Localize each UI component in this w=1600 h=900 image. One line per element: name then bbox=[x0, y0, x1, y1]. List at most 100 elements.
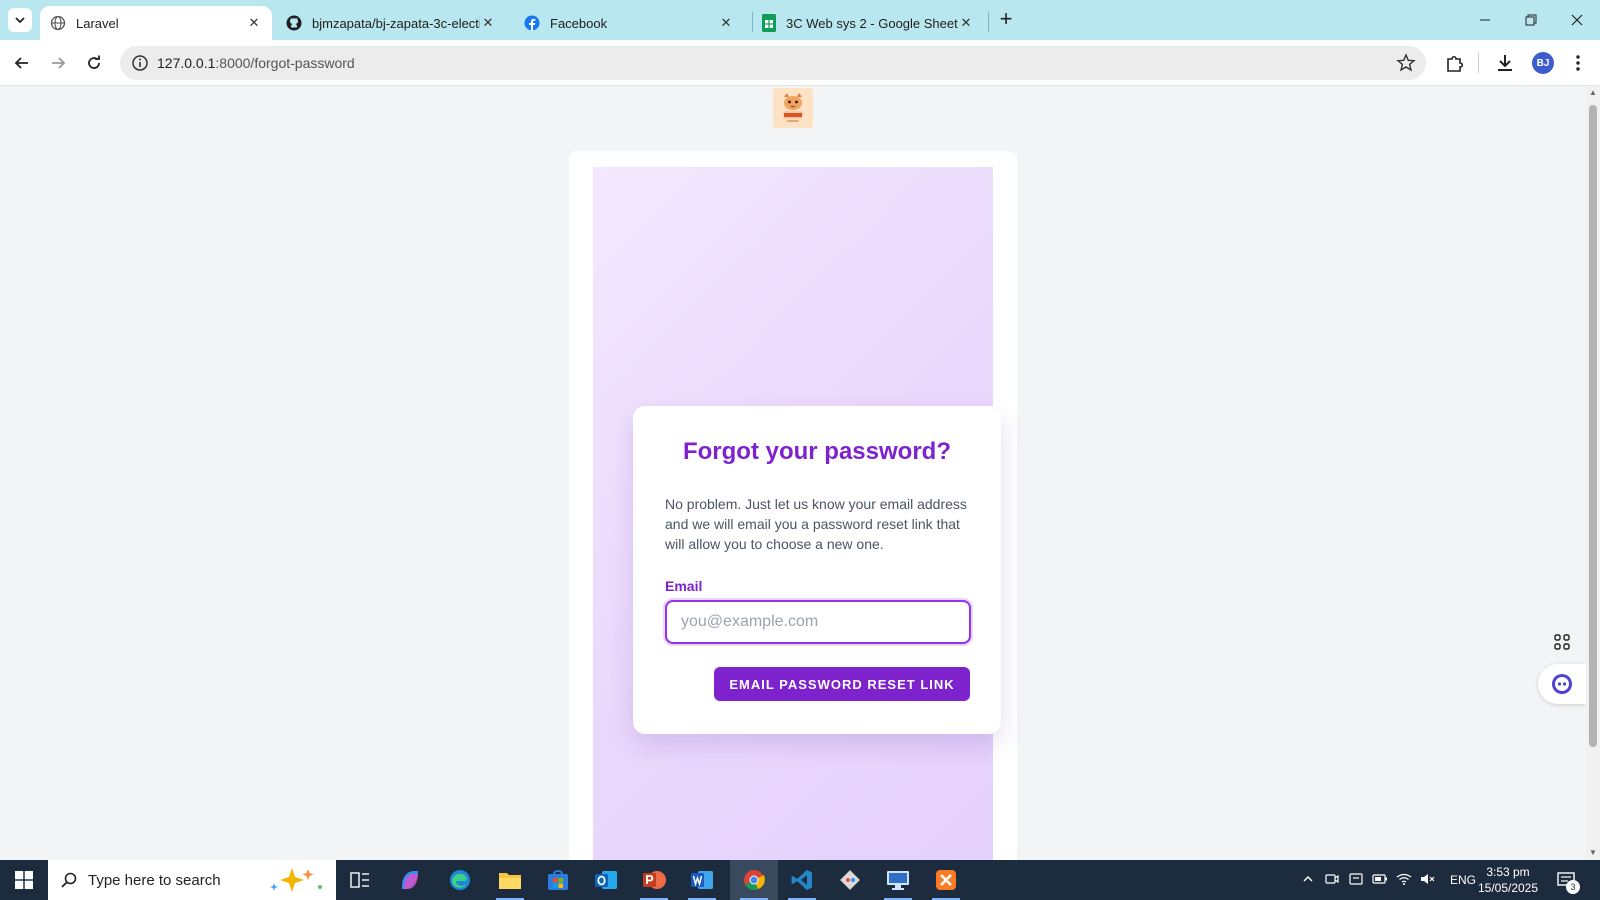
wifi-icon[interactable] bbox=[1392, 873, 1416, 888]
monitor-icon bbox=[887, 871, 909, 890]
address-bar[interactable]: 127.0.0.1:8000/forgot-password bbox=[120, 46, 1426, 80]
outlook-icon bbox=[595, 871, 617, 889]
folder-icon bbox=[499, 873, 521, 889]
email-password-reset-link-button[interactable]: EMAIL PASSWORD RESET LINK bbox=[714, 667, 970, 701]
email-field[interactable] bbox=[665, 600, 971, 644]
close-icon[interactable]: ✕ bbox=[718, 15, 734, 31]
taskbar-edge[interactable] bbox=[436, 860, 484, 900]
restore-button[interactable] bbox=[1516, 8, 1546, 32]
taskbar-git-app[interactable] bbox=[826, 860, 874, 900]
chrome-icon bbox=[744, 870, 765, 890]
tab-title: 3C Web sys 2 - Google Sheets bbox=[786, 15, 958, 31]
taskbar-search-box[interactable]: Type here to search bbox=[48, 860, 336, 900]
assistant-bot-icon bbox=[1552, 674, 1572, 694]
url-path: :8000/forgot-password bbox=[215, 55, 355, 71]
notification-count-badge: 3 bbox=[1566, 880, 1580, 894]
scroll-up-arrow-icon[interactable]: ▲ bbox=[1589, 89, 1597, 97]
word-icon bbox=[691, 871, 713, 889]
browser-tab-strip: Laravel ✕ bjmzapata/bj-zapata-3c-electiv… bbox=[0, 0, 1600, 40]
close-icon[interactable]: ✕ bbox=[958, 15, 974, 31]
url-host: 127.0.0.1 bbox=[157, 55, 216, 71]
store-icon bbox=[548, 870, 568, 890]
copilot-icon bbox=[402, 871, 418, 889]
arrow-right-icon bbox=[52, 57, 66, 69]
system-tray: ENG bbox=[1296, 860, 1476, 900]
page-title: Forgot your password? bbox=[682, 438, 951, 465]
close-icon bbox=[1571, 14, 1583, 26]
meet-now-icon[interactable] bbox=[1320, 872, 1344, 889]
search-icon bbox=[61, 872, 77, 888]
restore-icon bbox=[1525, 14, 1537, 26]
taskbar-powerpoint[interactable] bbox=[630, 860, 678, 900]
taskbar-search-placeholder: Type here to search bbox=[88, 871, 221, 889]
battery-icon[interactable] bbox=[1368, 873, 1392, 888]
site-info-icon[interactable] bbox=[130, 53, 150, 73]
grid-icon bbox=[1554, 634, 1570, 650]
app-logo[interactable] bbox=[773, 88, 813, 128]
minimize-button[interactable] bbox=[1470, 8, 1500, 32]
taskbar-remote-desktop[interactable] bbox=[874, 860, 922, 900]
arrow-left-icon bbox=[14, 57, 28, 69]
taskbar-clock[interactable]: 3:53 pm 15/05/2025 bbox=[1476, 864, 1540, 896]
tab-title: Laravel bbox=[76, 15, 119, 31]
url-text: 127.0.0.1:8000/forgot-password bbox=[157, 55, 355, 71]
tab-laravel[interactable]: Laravel ✕ bbox=[40, 6, 272, 40]
extensions-button[interactable] bbox=[1443, 51, 1467, 75]
tab-github[interactable]: bjmzapata/bj-zapata-3c-electiv ✕ bbox=[276, 6, 506, 40]
taskbar-xampp[interactable] bbox=[922, 860, 970, 900]
downloads-button[interactable] bbox=[1493, 51, 1517, 75]
close-window-button[interactable] bbox=[1562, 8, 1592, 32]
scrollbar-thumb[interactable] bbox=[1589, 105, 1597, 747]
side-panel-grid-button[interactable] bbox=[1542, 622, 1582, 662]
browser-menu-button[interactable] bbox=[1566, 51, 1590, 75]
edge-icon bbox=[450, 870, 470, 890]
taskbar-file-explorer[interactable] bbox=[486, 860, 534, 900]
close-icon[interactable]: ✕ bbox=[246, 15, 262, 31]
email-label: Email bbox=[665, 578, 703, 594]
network-adapter-icon[interactable] bbox=[1344, 872, 1368, 889]
google-sheets-icon bbox=[762, 14, 776, 32]
chevron-up-icon[interactable] bbox=[1296, 873, 1320, 887]
reload-icon bbox=[88, 55, 100, 69]
taskbar-copilot[interactable] bbox=[386, 860, 434, 900]
vscode-icon bbox=[791, 870, 812, 890]
chevron-down-icon bbox=[15, 17, 25, 24]
toolbar-divider bbox=[1478, 53, 1479, 73]
xampp-icon bbox=[936, 870, 956, 890]
globe-icon bbox=[50, 15, 66, 31]
page-scrollbar[interactable]: ▲ ▼ bbox=[1586, 87, 1600, 860]
tab-search-button[interactable] bbox=[8, 8, 32, 32]
reload-button[interactable] bbox=[82, 51, 106, 75]
taskbar-vscode[interactable] bbox=[778, 860, 826, 900]
tab-google-sheets[interactable]: 3C Web sys 2 - Google Sheets ✕ bbox=[752, 6, 984, 40]
taskbar-outlook[interactable] bbox=[582, 860, 630, 900]
git-diamond-icon bbox=[840, 870, 860, 890]
new-tab-button[interactable]: + bbox=[996, 8, 1016, 30]
page-viewport: Forgot your password? No problem. Just l… bbox=[0, 87, 1586, 860]
forward-button[interactable] bbox=[46, 51, 70, 75]
facebook-icon bbox=[524, 15, 540, 31]
profile-avatar[interactable]: BJ bbox=[1532, 52, 1554, 74]
volume-muted-icon[interactable] bbox=[1416, 873, 1440, 888]
scroll-down-arrow-icon[interactable]: ▼ bbox=[1589, 849, 1597, 857]
more-vertical-icon bbox=[1576, 55, 1580, 71]
back-button[interactable] bbox=[10, 51, 34, 75]
taskbar-word[interactable] bbox=[678, 860, 726, 900]
task-view-button[interactable] bbox=[336, 860, 384, 900]
task-view-icon bbox=[350, 872, 369, 888]
bookmark-star-icon[interactable] bbox=[1396, 53, 1416, 73]
clock-time: 3:53 pm bbox=[1486, 865, 1530, 879]
language-indicator[interactable]: ENG bbox=[1450, 873, 1476, 887]
assistant-side-button[interactable] bbox=[1538, 664, 1586, 704]
powerpoint-icon bbox=[643, 871, 666, 889]
tab-facebook[interactable]: Facebook ✕ bbox=[514, 6, 744, 40]
clock-date: 15/05/2025 bbox=[1477, 881, 1539, 895]
start-button[interactable] bbox=[0, 860, 48, 900]
form-description: No problem. Just let us know your email … bbox=[665, 496, 967, 552]
taskbar-chrome[interactable] bbox=[730, 860, 778, 900]
cat-logo-icon bbox=[783, 93, 803, 122]
tab-title: Facebook bbox=[550, 15, 608, 31]
windows-taskbar: Type here to search ENG 3:53 pm 15/05/20… bbox=[0, 860, 1600, 900]
taskbar-store[interactable] bbox=[534, 860, 582, 900]
close-icon[interactable]: ✕ bbox=[480, 15, 496, 31]
